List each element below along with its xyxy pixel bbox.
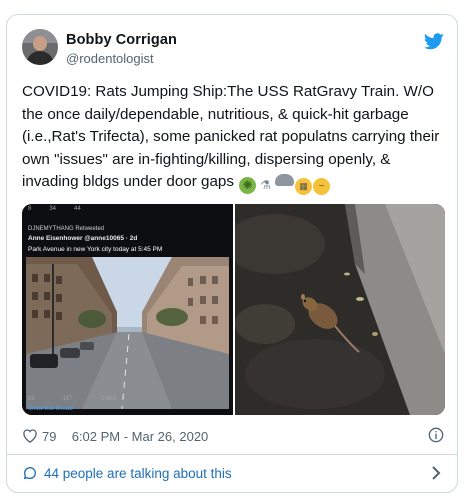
twitter-bird-icon[interactable] bbox=[424, 33, 444, 50]
embedded-reply-count: 8 bbox=[28, 206, 32, 212]
tweet-text: COVID19: Rats Jumping Ship:The USS RatGr… bbox=[22, 81, 447, 195]
embedded-show-thread: Show this thread bbox=[28, 406, 73, 412]
embedded-caption: Park Avenue in new York city today at 5:… bbox=[28, 246, 163, 253]
embedded-tweet-screenshot[interactable]: 8 34 44 DJNEMYTHANG Retweeted Anne Eisen… bbox=[22, 204, 233, 415]
microbe-emoji: ✺ bbox=[239, 177, 257, 194]
tweet-media[interactable]: 8 34 44 DJNEMYTHANG Retweeted Anne Eisen… bbox=[22, 204, 445, 415]
avatar[interactable] bbox=[22, 29, 58, 65]
embedded-retweeted-label: DJNEMYTHANG Retweeted bbox=[28, 226, 105, 232]
rat-photo[interactable] bbox=[225, 204, 445, 415]
embedded-bottom-retweet-count: 157 bbox=[62, 396, 73, 402]
grimacing-face-emoji: ▦ bbox=[295, 178, 313, 195]
rat-street-photo bbox=[225, 204, 445, 415]
tweet-card: Bobby Corrigan @rodentologist COVID19: R… bbox=[6, 14, 458, 493]
chevron-right-icon[interactable] bbox=[431, 466, 441, 480]
tweet-timestamp[interactable]: 6:02 PM - Mar 26, 2020 bbox=[72, 429, 209, 444]
embedded-user-line: Anne Eisenhower @anne10065 · 2d bbox=[28, 235, 138, 242]
embedded-retweet-count: 34 bbox=[49, 206, 57, 212]
embedded-like-count: 44 bbox=[74, 206, 81, 212]
reply-bubble-icon bbox=[23, 467, 36, 480]
conversation-link[interactable]: 44 people are talking about this bbox=[22, 465, 232, 481]
footer-divider bbox=[7, 454, 457, 455]
heart-icon[interactable] bbox=[22, 428, 38, 443]
tweet-meta: 79 6:02 PM - Mar 26, 2020 bbox=[42, 429, 208, 444]
info-icon[interactable] bbox=[428, 427, 444, 443]
tweet-body: COVID19: Rats Jumping Ship:The USS RatGr… bbox=[22, 83, 440, 190]
author-name[interactable]: Bobby Corrigan bbox=[66, 32, 177, 48]
author-handle[interactable]: @rodentologist bbox=[66, 51, 154, 66]
embedded-bottom-reply-count: 82 bbox=[28, 396, 35, 402]
rat-emoji bbox=[275, 174, 295, 186]
conversation-text: 44 people are talking about this bbox=[44, 465, 232, 481]
like-count[interactable]: 79 bbox=[42, 429, 56, 444]
embedded-top-actions: 8 34 44 bbox=[28, 206, 228, 212]
confused-face-emoji: ~ bbox=[313, 178, 331, 195]
microscope-emoji: ⚗ bbox=[260, 178, 272, 192]
embedded-bottom-like-count: 1,664 bbox=[100, 396, 116, 402]
embedded-bottom-actions: 82 157 1,664 bbox=[28, 396, 228, 402]
